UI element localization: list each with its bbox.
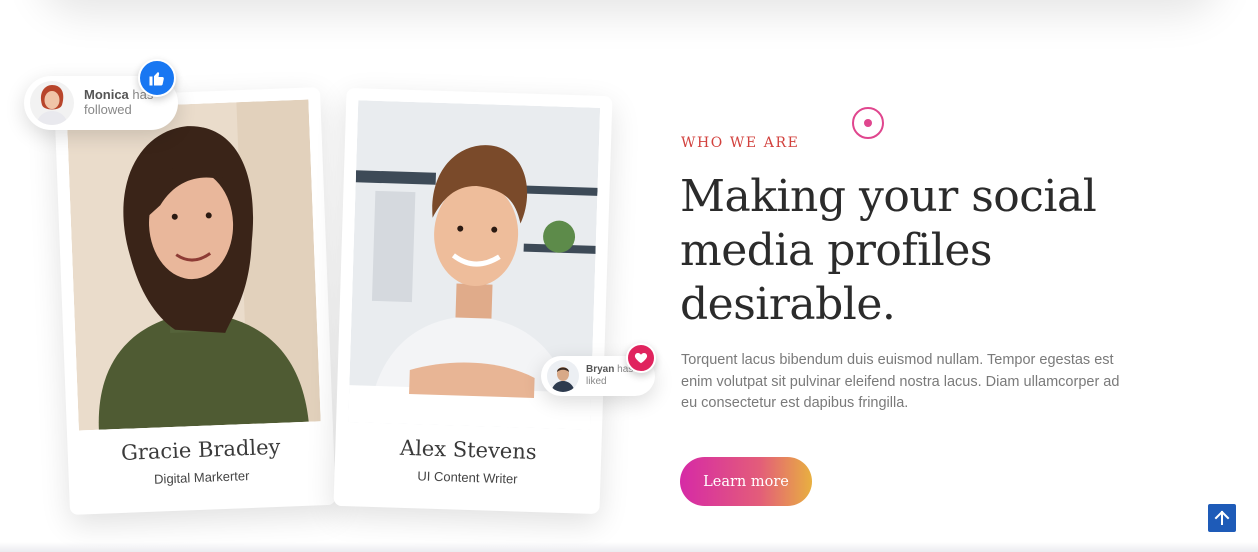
profile-card-alex: Alex Stevens UI Content Writer: [333, 87, 613, 515]
section-eyebrow: WHO WE ARE: [681, 135, 800, 151]
card-name: Alex Stevens: [399, 435, 538, 465]
follow-notification-text: Monica has followed: [84, 87, 153, 118]
headline-line: Making your social: [680, 171, 1097, 222]
thumbs-up-icon: [138, 59, 176, 97]
section-description: Torquent lacus bibendum duis euismod nul…: [681, 352, 1120, 411]
like-notification-text: Bryan has liked: [586, 364, 633, 387]
notification-action-detail: liked: [586, 375, 607, 387]
card-role: Digital Markerter: [153, 468, 250, 487]
notification-user-name: Bryan: [586, 364, 615, 375]
arrow-up-icon: [1214, 510, 1230, 525]
profile-photo-gracie: [66, 99, 321, 431]
heart-icon: [626, 343, 656, 373]
card-role: UI Content Writer: [417, 468, 518, 487]
notification-action-detail: followed: [84, 101, 132, 117]
headline-line: desirable.: [680, 279, 896, 330]
headline-line: media profiles: [680, 225, 992, 276]
section-headline: Making your social media profiles desira…: [680, 170, 1160, 332]
card-name: Gracie Bradley: [120, 434, 281, 465]
profile-card-gracie: Gracie Bradley Digital Markerter: [54, 87, 336, 515]
learn-more-button[interactable]: Learn more: [680, 457, 812, 506]
avatar: [30, 81, 74, 125]
notification-user-name: Monica: [84, 87, 129, 102]
section-divider: [0, 542, 1258, 552]
scroll-to-top-button[interactable]: [1208, 504, 1236, 532]
decorative-target-icon: [852, 107, 884, 139]
avatar: [547, 360, 579, 392]
